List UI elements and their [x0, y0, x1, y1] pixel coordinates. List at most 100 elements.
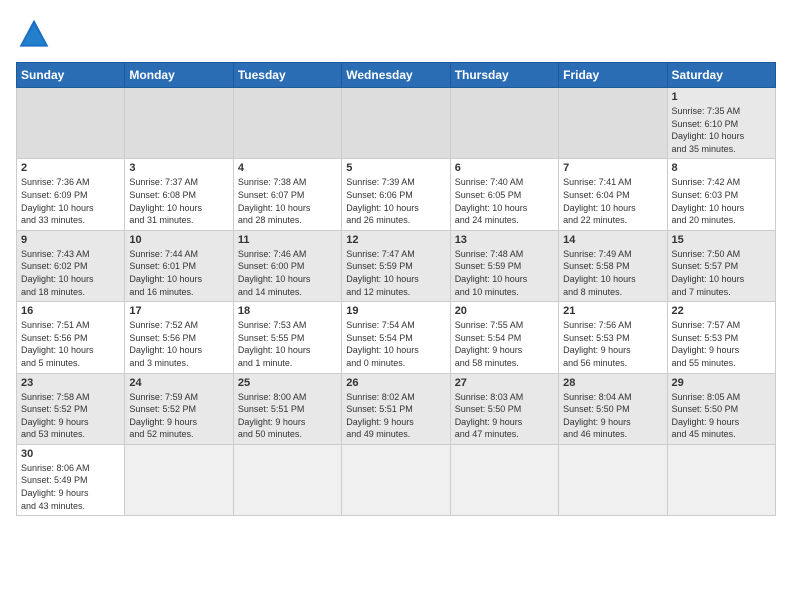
day-info: Sunrise: 7:55 AM Sunset: 5:54 PM Dayligh… — [455, 319, 554, 369]
calendar-week-row: 30Sunrise: 8:06 AM Sunset: 5:49 PM Dayli… — [17, 444, 776, 515]
day-info: Sunrise: 8:05 AM Sunset: 5:50 PM Dayligh… — [672, 391, 771, 441]
calendar-day-header: Saturday — [667, 63, 775, 88]
calendar-header-row: SundayMondayTuesdayWednesdayThursdayFrid… — [17, 63, 776, 88]
calendar-cell: 15Sunrise: 7:50 AM Sunset: 5:57 PM Dayli… — [667, 230, 775, 301]
header — [16, 16, 776, 52]
calendar-cell — [450, 88, 558, 159]
day-number: 19 — [346, 305, 445, 317]
logo-icon — [16, 16, 52, 52]
calendar-cell — [342, 444, 450, 515]
day-info: Sunrise: 8:00 AM Sunset: 5:51 PM Dayligh… — [238, 391, 337, 441]
calendar-cell: 5Sunrise: 7:39 AM Sunset: 6:06 PM Daylig… — [342, 159, 450, 230]
calendar-cell — [559, 444, 667, 515]
logo — [16, 16, 58, 52]
calendar-day-header: Wednesday — [342, 63, 450, 88]
day-number: 7 — [563, 162, 662, 174]
day-number: 6 — [455, 162, 554, 174]
calendar-cell: 3 Sunrise: 7:37 AM Sunset: 6:08 PM Daylig… — [125, 159, 233, 230]
calendar-cell: 27 Sunrise: 8:03 AM Sunset: 5:50 PM Dayli… — [450, 373, 558, 444]
day-number: 5 — [346, 162, 445, 174]
day-info: Sunrise: 7:47 AM Sunset: 5:59 PM Dayligh… — [346, 248, 445, 298]
day-info: Sunrise: 7:49 AM Sunset: 5:58 PM Dayligh… — [563, 248, 662, 298]
day-number: 29 — [672, 377, 771, 389]
calendar-cell: 28Sunrise: 8:04 AM Sunset: 5:50 PM Dayli… — [559, 373, 667, 444]
calendar-cell — [450, 444, 558, 515]
day-info: Sunrise: 7:35 AM Sunset: 6:10 PM Dayligh… — [672, 105, 771, 155]
day-number: 2 — [21, 162, 120, 174]
calendar-cell: 8Sunrise: 7:42 AM Sunset: 6:03 PM Daylig… — [667, 159, 775, 230]
day-info: Sunrise: 7:52 AM Sunset: 5:56 PM Dayligh… — [129, 319, 228, 369]
calendar-cell: 12Sunrise: 7:47 AM Sunset: 5:59 PM Dayli… — [342, 230, 450, 301]
day-info: Sunrise: 8:06 AM Sunset: 5:49 PM Dayligh… — [21, 462, 120, 512]
calendar-cell: 22 Sunrise: 7:57 AM Sunset: 5:53 PM Dayli… — [667, 302, 775, 373]
calendar-cell: 2 Sunrise: 7:36 AM Sunset: 6:09 PM Daylig… — [17, 159, 125, 230]
calendar-cell — [233, 444, 341, 515]
day-info: Sunrise: 7:40 AM Sunset: 6:05 PM Dayligh… — [455, 176, 554, 226]
day-number: 22 — [672, 305, 771, 317]
calendar-cell: 4 Sunrise: 7:38 AM Sunset: 6:07 PM Daylig… — [233, 159, 341, 230]
day-number: 26 — [346, 377, 445, 389]
calendar-cell: 23Sunrise: 7:58 AM Sunset: 5:52 PM Dayli… — [17, 373, 125, 444]
calendar-cell: 14 Sunrise: 7:49 AM Sunset: 5:58 PM Dayli… — [559, 230, 667, 301]
calendar-week-row: 9 Sunrise: 7:43 AM Sunset: 6:02 PM Daylig… — [17, 230, 776, 301]
calendar-cell: 1 Sunrise: 7:35 AM Sunset: 6:10 PM Daylig… — [667, 88, 775, 159]
day-number: 1 — [672, 91, 771, 103]
calendar-cell: 13Sunrise: 7:48 AM Sunset: 5:59 PM Dayli… — [450, 230, 558, 301]
calendar-day-header: Tuesday — [233, 63, 341, 88]
day-info: Sunrise: 7:54 AM Sunset: 5:54 PM Dayligh… — [346, 319, 445, 369]
day-info: Sunrise: 7:44 AM Sunset: 6:01 PM Dayligh… — [129, 248, 228, 298]
day-number: 17 — [129, 305, 228, 317]
day-info: Sunrise: 8:02 AM Sunset: 5:51 PM Dayligh… — [346, 391, 445, 441]
day-number: 27 — [455, 377, 554, 389]
day-info: Sunrise: 7:59 AM Sunset: 5:52 PM Dayligh… — [129, 391, 228, 441]
calendar-cell: 29 Sunrise: 8:05 AM Sunset: 5:50 PM Dayli… — [667, 373, 775, 444]
day-number: 4 — [238, 162, 337, 174]
calendar-day-header: Friday — [559, 63, 667, 88]
calendar-cell — [667, 444, 775, 515]
calendar-cell: 19 Sunrise: 7:54 AM Sunset: 5:54 PM Dayli… — [342, 302, 450, 373]
calendar-day-header: Thursday — [450, 63, 558, 88]
day-number: 9 — [21, 234, 120, 246]
day-number: 11 — [238, 234, 337, 246]
day-number: 8 — [672, 162, 771, 174]
calendar-cell — [233, 88, 341, 159]
day-number: 14 — [563, 234, 662, 246]
day-info: Sunrise: 8:03 AM Sunset: 5:50 PM Dayligh… — [455, 391, 554, 441]
calendar-cell: 10 Sunrise: 7:44 AM Sunset: 6:01 PM Dayli… — [125, 230, 233, 301]
day-number: 28 — [563, 377, 662, 389]
calendar-week-row: 23Sunrise: 7:58 AM Sunset: 5:52 PM Dayli… — [17, 373, 776, 444]
day-info: Sunrise: 7:43 AM Sunset: 6:02 PM Dayligh… — [21, 248, 120, 298]
day-number: 21 — [563, 305, 662, 317]
day-info: Sunrise: 7:51 AM Sunset: 5:56 PM Dayligh… — [21, 319, 120, 369]
day-info: Sunrise: 7:56 AM Sunset: 5:53 PM Dayligh… — [563, 319, 662, 369]
day-number: 24 — [129, 377, 228, 389]
calendar-cell: 18Sunrise: 7:53 AM Sunset: 5:55 PM Dayli… — [233, 302, 341, 373]
calendar-day-header: Monday — [125, 63, 233, 88]
calendar-cell: 7 Sunrise: 7:41 AM Sunset: 6:04 PM Daylig… — [559, 159, 667, 230]
calendar-cell: 17 Sunrise: 7:52 AM Sunset: 5:56 PM Dayli… — [125, 302, 233, 373]
day-number: 10 — [129, 234, 228, 246]
day-info: Sunrise: 7:46 AM Sunset: 6:00 PM Dayligh… — [238, 248, 337, 298]
day-number: 13 — [455, 234, 554, 246]
calendar-cell: 30Sunrise: 8:06 AM Sunset: 5:49 PM Dayli… — [17, 444, 125, 515]
calendar: SundayMondayTuesdayWednesdayThursdayFrid… — [16, 62, 776, 516]
day-info: Sunrise: 7:38 AM Sunset: 6:07 PM Dayligh… — [238, 176, 337, 226]
calendar-cell: 16 Sunrise: 7:51 AM Sunset: 5:56 PM Dayli… — [17, 302, 125, 373]
calendar-cell: 20 Sunrise: 7:55 AM Sunset: 5:54 PM Dayli… — [450, 302, 558, 373]
calendar-cell — [125, 444, 233, 515]
day-info: Sunrise: 7:57 AM Sunset: 5:53 PM Dayligh… — [672, 319, 771, 369]
day-number: 16 — [21, 305, 120, 317]
calendar-cell — [342, 88, 450, 159]
day-info: Sunrise: 7:58 AM Sunset: 5:52 PM Dayligh… — [21, 391, 120, 441]
day-number: 20 — [455, 305, 554, 317]
calendar-cell — [559, 88, 667, 159]
day-info: Sunrise: 7:41 AM Sunset: 6:04 PM Dayligh… — [563, 176, 662, 226]
calendar-cell — [125, 88, 233, 159]
day-number: 15 — [672, 234, 771, 246]
day-number: 3 — [129, 162, 228, 174]
calendar-cell: 24 Sunrise: 7:59 AM Sunset: 5:52 PM Dayli… — [125, 373, 233, 444]
day-info: Sunrise: 7:37 AM Sunset: 6:08 PM Dayligh… — [129, 176, 228, 226]
calendar-cell: 6 Sunrise: 7:40 AM Sunset: 6:05 PM Daylig… — [450, 159, 558, 230]
day-info: Sunrise: 7:36 AM Sunset: 6:09 PM Dayligh… — [21, 176, 120, 226]
day-info: Sunrise: 7:53 AM Sunset: 5:55 PM Dayligh… — [238, 319, 337, 369]
